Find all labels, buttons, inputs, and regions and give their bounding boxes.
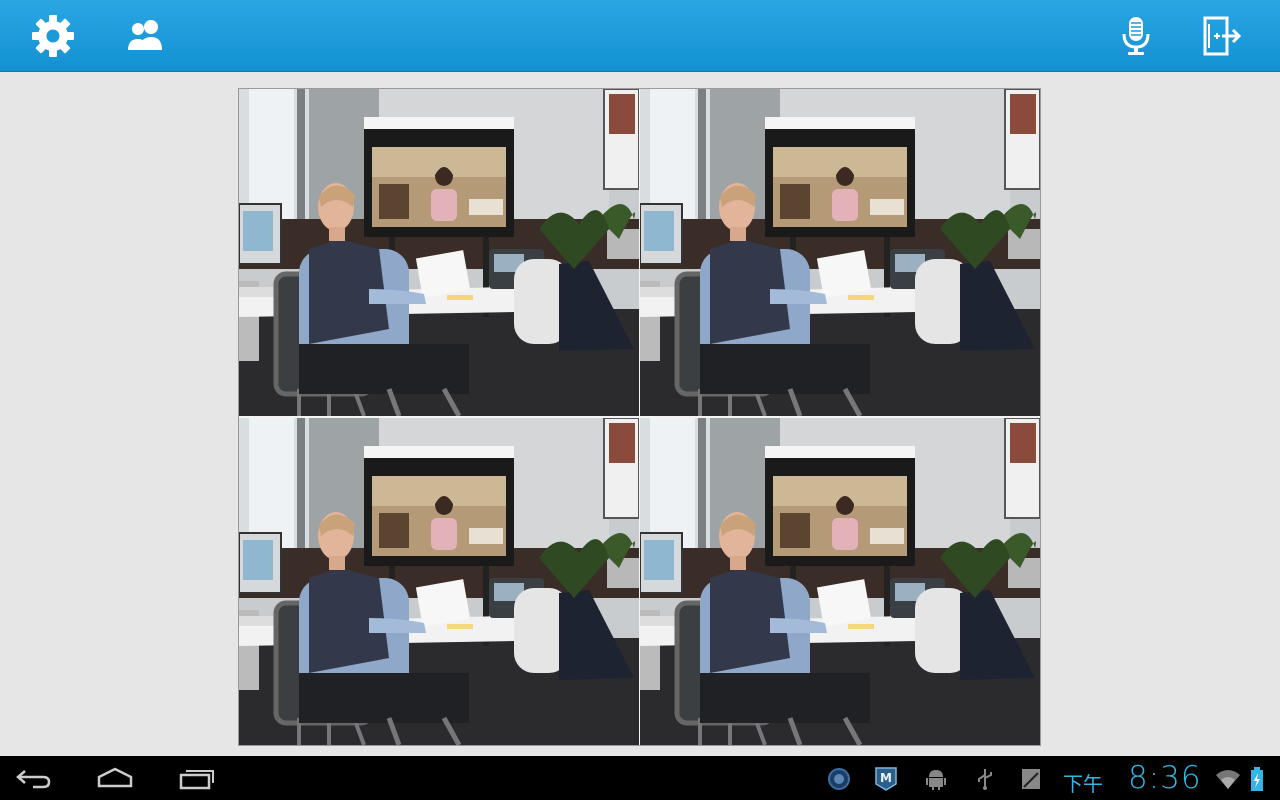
microphone-icon: [1122, 17, 1150, 55]
back-icon: [16, 770, 51, 789]
video-tile[interactable]: [640, 89, 1040, 416]
sd-card-icon: [1018, 766, 1044, 792]
clock-time: 8:36: [1128, 760, 1202, 796]
svg-text:M: M: [880, 771, 892, 785]
recent-apps-button[interactable]: [177, 764, 217, 792]
video-feed: [239, 89, 639, 416]
app-notification-icon: [826, 766, 852, 792]
video-tile[interactable]: [640, 418, 1040, 745]
system-nav-bar: M 下午 8:36: [0, 756, 1280, 800]
exit-meeting-icon: [1203, 16, 1242, 56]
android-debug-icon: [923, 766, 949, 792]
back-button[interactable]: [14, 764, 54, 792]
participants-button[interactable]: [120, 10, 172, 62]
top-toolbar: [0, 0, 1280, 72]
wifi-icon: [1215, 766, 1241, 792]
recent-apps-icon: [179, 770, 214, 790]
video-tile[interactable]: [239, 418, 639, 745]
gear-icon: [32, 15, 74, 57]
participants-icon: [128, 20, 162, 50]
settings-button[interactable]: [27, 10, 79, 62]
usb-icon: [972, 766, 998, 792]
home-icon: [97, 767, 133, 788]
battery-icon: [1244, 766, 1270, 792]
video-feed: [640, 89, 1040, 416]
home-button[interactable]: [95, 764, 135, 792]
m-app-icon: M: [873, 766, 899, 792]
clock-ampm: 下午: [1063, 772, 1103, 796]
exit-meeting-button[interactable]: [1196, 10, 1248, 62]
microphone-button[interactable]: [1110, 10, 1162, 62]
video-feed: [640, 418, 1040, 745]
video-tile[interactable]: [239, 89, 639, 416]
video-feed: [239, 418, 639, 745]
video-grid: [238, 88, 1041, 746]
